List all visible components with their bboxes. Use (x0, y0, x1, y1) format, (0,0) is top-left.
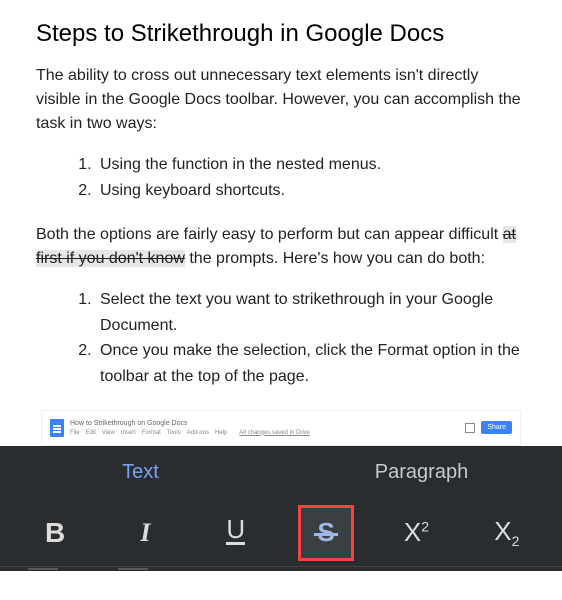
bold-icon: B (45, 517, 65, 549)
tab-paragraph-label: Paragraph (375, 461, 468, 484)
format-tabs: Text Paragraph (0, 446, 562, 500)
steps-item: Select the text you want to strikethroug… (96, 287, 526, 338)
share-button: Share (481, 421, 512, 434)
superscript-button[interactable]: X2 (388, 505, 444, 561)
doc-title: How to Strikethrough on Google Docs (70, 420, 314, 427)
intro-paragraph: The ability to cross out unnecessary tex… (36, 64, 526, 136)
ways-item: Using the function in the nested menus. (96, 152, 526, 178)
italic-icon: I (140, 518, 150, 548)
share-label: Share (487, 424, 506, 431)
doc-menu-item: Edit (86, 430, 96, 436)
underline-button[interactable]: U (208, 505, 264, 561)
tab-text-label: Text (122, 461, 159, 484)
ways-item: Using keyboard shortcuts. (96, 178, 526, 204)
steps-item: Once you make the selection, click the F… (96, 338, 526, 389)
mobile-format-toolbar: Text Paragraph B I U S X2 X2 (0, 446, 562, 571)
toolbar-bottom-indicators (0, 566, 562, 571)
doc-saved-status: All changes saved in Drive (239, 430, 310, 436)
strikethrough-button[interactable]: S (298, 505, 354, 561)
doc-menu-item: Insert (121, 430, 136, 436)
italic-button[interactable]: I (117, 505, 173, 561)
format-buttons-row: B I U S X2 X2 (0, 500, 562, 566)
steps-list: Select the text you want to strikethroug… (76, 287, 526, 389)
doc-menu-item: Tools (167, 430, 181, 436)
tab-paragraph[interactable]: Paragraph (281, 446, 562, 500)
bold-button[interactable]: B (27, 505, 83, 561)
present-icon (465, 423, 475, 433)
doc-menu-item: File (70, 430, 80, 436)
docs-logo-icon (50, 419, 64, 437)
doc-menu-bar: File Edit View Insert Format Tools Add-o… (70, 429, 314, 436)
google-docs-header-screenshot: How to Strikethrough on Google Docs File… (41, 410, 521, 446)
strikethrough-icon: S (317, 517, 334, 548)
explain-paragraph: Both the options are fairly easy to perf… (36, 223, 526, 271)
tab-text[interactable]: Text (0, 446, 281, 500)
article-content: Steps to Strikethrough in Google Docs Th… (0, 0, 562, 446)
doc-menu-item: Help (215, 430, 227, 436)
doc-menu-item: View (102, 430, 115, 436)
explain-text-before: Both the options are fairly easy to perf… (36, 226, 503, 243)
superscript-icon: X2 (404, 517, 429, 548)
ways-list: Using the function in the nested menus. … (76, 152, 526, 203)
subscript-button[interactable]: X2 (479, 505, 535, 561)
subscript-icon: X2 (494, 516, 519, 549)
doc-menu-item: Add-ons (187, 430, 209, 436)
article-heading: Steps to Strikethrough in Google Docs (36, 20, 526, 48)
underline-icon: U (226, 520, 245, 544)
explain-text-after: the prompts. Here's how you can do both: (185, 250, 485, 267)
doc-menu-item: Format (142, 430, 161, 436)
